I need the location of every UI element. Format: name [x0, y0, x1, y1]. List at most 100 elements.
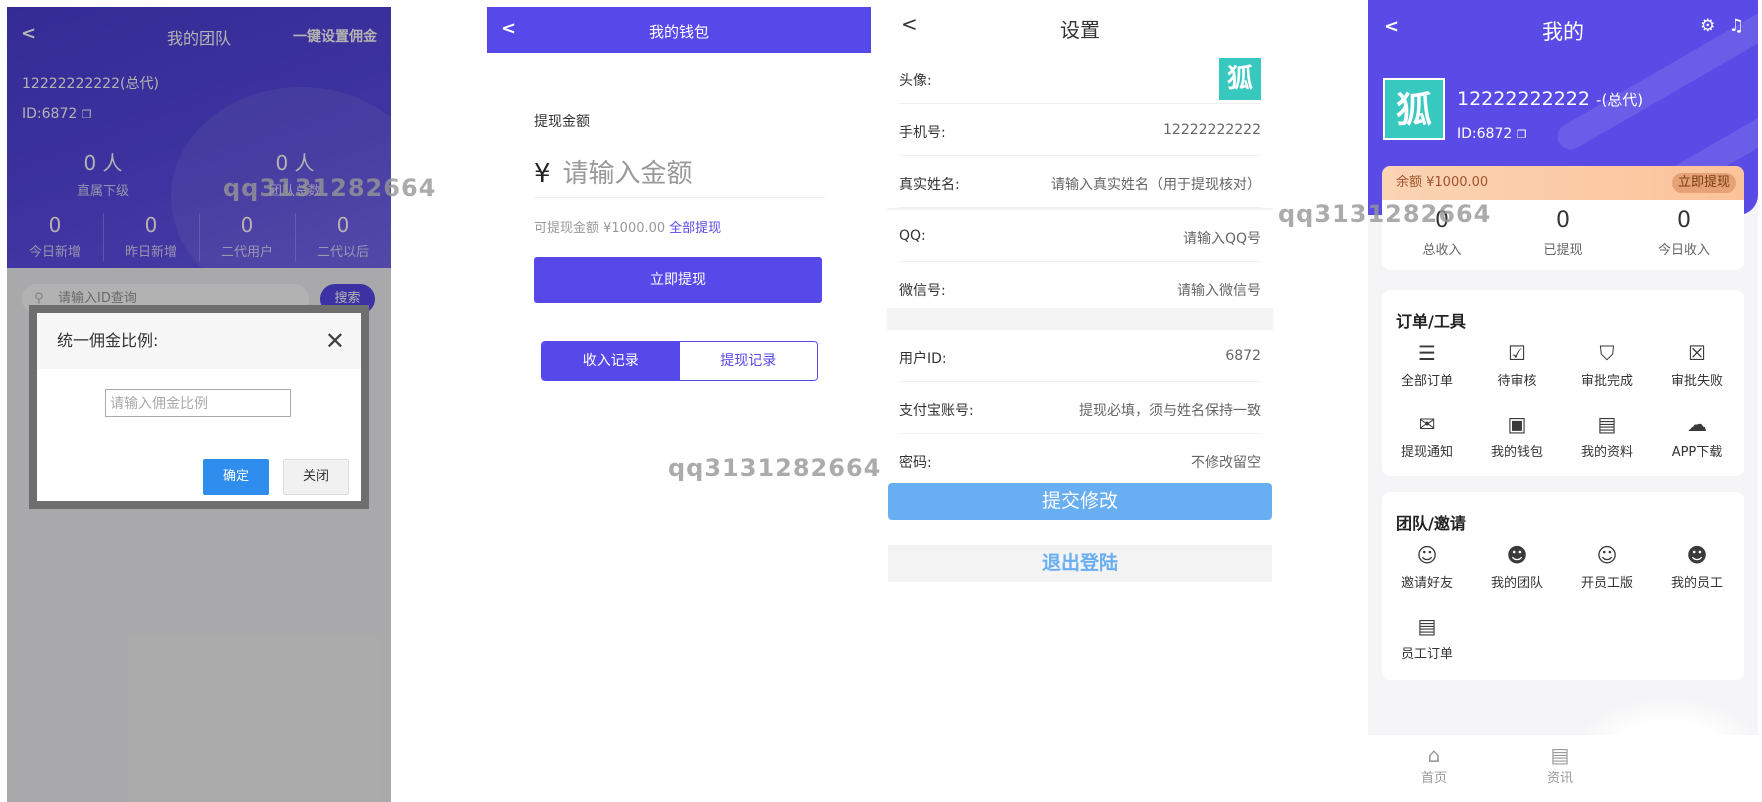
bell-icon[interactable]: ♫: [1729, 16, 1744, 36]
available-amount: 可提现金额 ¥1000.00 全部提现: [534, 221, 722, 236]
tab-home[interactable]: ⌂ 首页: [1394, 743, 1474, 786]
confirm-button[interactable]: 确定: [203, 459, 269, 495]
withdraw-button[interactable]: 立即提现: [534, 257, 822, 303]
staff-version-icon: ☺: [1596, 543, 1618, 567]
wallet-icon: ▣: [1507, 412, 1527, 436]
amount-label: 提现金额: [534, 114, 590, 130]
menu-item-label: 审批失败: [1670, 374, 1723, 389]
settings-screen: < 设置 头像: 狐 手机号: 12222222222 真实姓名: 请输入真实姓…: [887, 0, 1273, 802]
wechat-field[interactable]: 微信号: 请输入微信号: [899, 262, 1261, 314]
menu-item-label: 审批完成: [1580, 374, 1633, 389]
staff-order-icon: ▤: [1417, 614, 1437, 638]
close-button[interactable]: 关闭: [283, 459, 349, 495]
rejected-icon: ☒: [1688, 341, 1706, 365]
avatar[interactable]: 狐: [1383, 78, 1445, 140]
menu-item-label: 待审核: [1497, 374, 1537, 389]
download-icon: ☁: [1687, 412, 1707, 436]
commission-dialog: 统一佣金比例: ✕ 请输入佣金比例 确定 关闭: [29, 305, 369, 509]
menu-item-document[interactable]: ▤ 我的资料: [1562, 411, 1652, 460]
menu-item-staff-version[interactable]: ☺ 开员工版: [1562, 542, 1652, 591]
logout-button[interactable]: 退出登陆: [888, 545, 1272, 582]
menu-item-invite[interactable]: ☺ 邀请好友: [1382, 542, 1472, 591]
orders-tools-card: 订单/工具 ☰ 全部订单 ☑ 待审核 ⛉ 审批完成 ☒ 审批失败 ✉ 提现通知 ▣ 我的钱包 ▤ 我的资料…: [1382, 290, 1744, 476]
watermark-text: qq3131282664: [1278, 200, 1492, 228]
menu-item-rejected[interactable]: ☒ 审批失败: [1652, 340, 1742, 389]
commission-input[interactable]: 请输入佣金比例: [105, 389, 291, 417]
team-screen: < 我的团队 一键设置佣金 12222222222(总代) ID:6872 ❐ …: [7, 7, 391, 802]
settings-navbar: < 设置: [887, 0, 1273, 52]
menu-item-pending-check[interactable]: ☑ 待审核: [1472, 340, 1562, 389]
gear-icon[interactable]: ⚙: [1700, 16, 1715, 36]
mine-screen: < 我的 ⚙ ♫ 狐 12222222222 -(总代) ID:6872 ❐ 余…: [1368, 0, 1758, 802]
section-title: 订单/工具: [1396, 312, 1466, 331]
dialog-header: 统一佣金比例: ✕: [37, 313, 361, 369]
tab-withdraw-records[interactable]: 提现记录: [679, 342, 817, 380]
alipay-field[interactable]: 支付宝账号: 提现必填，须与姓名保持一致: [899, 382, 1261, 434]
menu-item-staff-order[interactable]: ▤ 员工订单: [1382, 613, 1472, 662]
menu-item-label: 我的员工: [1670, 576, 1723, 591]
menu-item-label: 我的钱包: [1490, 445, 1543, 460]
record-tabs: 收入记录 提现记录: [541, 341, 818, 381]
menu-item-label: 全部订单: [1400, 374, 1453, 389]
staff-icon: ☻: [1686, 543, 1708, 567]
menu-item-approved[interactable]: ⛉ 审批完成: [1562, 340, 1652, 389]
submit-button[interactable]: 提交修改: [888, 483, 1272, 520]
user-id: ID:6872 ❐: [1457, 126, 1527, 142]
avatar[interactable]: 狐: [1219, 58, 1261, 100]
image-fade: [1578, 700, 1758, 802]
amount-input[interactable]: ¥ 请输入金额: [534, 153, 693, 190]
wallet-screen: < 我的钱包 提现金额 ¥ 请输入金额 可提现金额 ¥1000.00 全部提现 立即…: [487, 7, 871, 802]
phone-value: 12222222222: [1163, 122, 1261, 138]
tab-income-records[interactable]: 收入记录: [542, 342, 680, 380]
withdrawn-stat: 0 已提现: [1543, 208, 1583, 258]
menu-item-label: 我的资料: [1580, 445, 1633, 460]
document-icon: ▤: [1597, 412, 1617, 436]
menu-item-staff[interactable]: ☻ 我的员工: [1652, 542, 1742, 591]
page-title: 我的钱包: [648, 23, 709, 41]
team-icon: ☻: [1506, 543, 1528, 567]
watermark-text: qq3131282664: [668, 454, 882, 482]
section-title: 团队/邀请: [1396, 514, 1466, 533]
team-invite-card: 团队/邀请 ☺ 邀请好友 ☻ 我的团队 ☺ 开员工版 ☻ 我的员工 ▤ 员工订单: [1382, 492, 1744, 680]
page-title: 设置: [1060, 18, 1100, 42]
menu-item-label: 邀请好友: [1400, 576, 1453, 591]
menu-item-label: APP下载: [1671, 445, 1723, 460]
list-icon: ☰: [1418, 341, 1436, 365]
qq-field[interactable]: QQ: 请输入QQ号: [899, 210, 1261, 262]
section-gap: [887, 308, 1273, 330]
dialog-title: 统一佣金比例:: [57, 331, 159, 350]
currency-symbol: ¥: [534, 159, 551, 189]
copy-icon[interactable]: ❐: [1517, 128, 1527, 141]
withdraw-now-button[interactable]: 立即提现: [1671, 173, 1736, 193]
menu-item-list[interactable]: ☰ 全部订单: [1382, 340, 1472, 389]
menu-item-download[interactable]: ☁ APP下载: [1652, 411, 1742, 460]
balance-bar: 余额 ¥1000.00 立即提现: [1382, 166, 1744, 200]
watermark-text: qq3131282664: [223, 174, 437, 202]
close-icon[interactable]: ✕: [325, 313, 345, 369]
wallet-navbar: < 我的钱包: [487, 7, 871, 53]
avatar-row[interactable]: 头像: 狐: [899, 52, 1261, 104]
message-icon: ✉: [1418, 412, 1436, 436]
divider: [534, 197, 825, 198]
menu-item-team[interactable]: ☻ 我的团队: [1472, 542, 1562, 591]
userid-row: 用户ID: 6872: [899, 330, 1261, 382]
approved-icon: ⛉: [1599, 341, 1615, 365]
menu-item-message[interactable]: ✉ 提现通知: [1382, 411, 1472, 460]
role-label: -(总代): [1596, 91, 1644, 109]
account-name: 12222222222 -(总代): [1457, 88, 1644, 110]
pending-check-icon: ☑: [1508, 341, 1526, 365]
home-icon: ⌂: [1427, 743, 1441, 767]
menu-item-label: 我的团队: [1490, 576, 1543, 591]
menu-item-label: 开员工版: [1580, 576, 1633, 591]
today-income-stat: 0 今日收入: [1657, 208, 1710, 258]
phone-row: 手机号: 12222222222: [899, 104, 1261, 156]
header-actions: ⚙ ♫: [1700, 16, 1744, 36]
realname-field[interactable]: 真实姓名: 请输入真实姓名（用于提现核对）: [899, 156, 1261, 208]
menu-item-label: 提现通知: [1400, 445, 1453, 460]
withdraw-all-link[interactable]: 全部提现: [669, 221, 721, 236]
amount-placeholder: 请输入金额: [562, 159, 693, 189]
password-field[interactable]: 密码: 不修改留空: [899, 434, 1261, 486]
menu-item-label: 员工订单: [1400, 647, 1453, 662]
menu-item-wallet[interactable]: ▣ 我的钱包: [1472, 411, 1562, 460]
invite-icon: ☺: [1416, 543, 1438, 567]
